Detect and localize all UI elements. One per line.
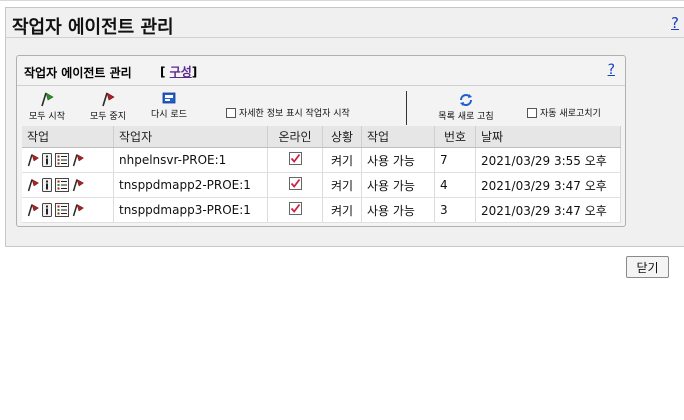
online-cell: [267, 197, 323, 223]
number-cell: 7: [434, 147, 476, 173]
number-cell: 3: [434, 197, 476, 223]
details-list-icon[interactable]: [55, 153, 69, 167]
job-cell: 사용 가능: [361, 197, 435, 223]
green-flag-icon: [41, 92, 54, 107]
online-check-icon: [288, 152, 302, 168]
config-bracket: [ 구성]: [160, 63, 197, 80]
table-header-row: 작업 작업자 온라인 상황 작업 번호 날짜: [22, 126, 621, 148]
col-header-online[interactable]: 온라인: [267, 126, 323, 148]
status-cell: 켜기: [322, 172, 362, 198]
info-icon[interactable]: [42, 153, 52, 167]
worker-cell: nhpelnsvr-PROE:1: [113, 147, 268, 173]
auto-refresh-label: 자동 새로고치기: [540, 109, 601, 119]
date-cell: 2021/03/29 3:47 오후: [475, 197, 621, 223]
page-help-link[interactable]: ?: [671, 14, 679, 32]
show-details-label: 자세한 정보 표시 작업자 시작: [239, 109, 350, 119]
start-all-label: 모두 시작: [29, 112, 65, 122]
col-header-job[interactable]: 작업: [361, 126, 435, 148]
refresh-list-label: 목록 새로 고침: [438, 112, 494, 122]
worker-cell: tnsppdmapp2-PROE:1: [113, 172, 268, 198]
show-details-checkbox[interactable]: 자세한 정보 표시 작업자 시작: [226, 106, 350, 119]
date-cell: 2021/03/29 3:47 오후: [475, 172, 621, 198]
start-worker-flag-icon[interactable]: [27, 178, 39, 192]
number-cell: 4: [434, 172, 476, 198]
reload-button[interactable]: 다시 로드: [143, 91, 195, 120]
worker-agent-panel: 작업자 에이전트 관리 [ 구성] ? 모두 시작 모두 중지 다시 로드 자세…: [16, 55, 626, 227]
row-actions: [22, 197, 114, 223]
start-all-button[interactable]: 모두 시작: [27, 91, 67, 122]
online-cell: [267, 172, 323, 198]
close-button[interactable]: 닫기: [626, 256, 669, 278]
details-list-icon[interactable]: [55, 203, 69, 217]
page-title: 작업자 에이전트 관리: [12, 17, 174, 38]
date-cell: 2021/03/29 3:55 오후: [475, 147, 621, 173]
refresh-arrows-icon: [460, 94, 472, 106]
table-row: tnsppdmapp2-PROE:1 켜기 사용 가능 4 2021/03/29 3:4…: [22, 172, 621, 198]
toolbar-separator: [406, 91, 407, 125]
col-header-worker[interactable]: 작업자: [113, 126, 268, 148]
table-row: tnsppdmapp3-PROE:1 켜기 사용 가능 3 2021/03/29 3:4…: [22, 197, 621, 223]
col-header-number[interactable]: 번호: [434, 126, 476, 148]
panel-header: 작업자 에이전트 관리 [ 구성] ?: [17, 56, 625, 86]
show-details-box[interactable]: [226, 107, 236, 118]
reload-icon: [162, 92, 176, 104]
col-header-date[interactable]: 날짜: [475, 126, 621, 148]
worker-table: 작업 작업자 온라인 상황 작업 번호 날짜 nhpelnsvr-PROE:1 켜…: [22, 126, 621, 223]
row-actions: [22, 172, 114, 198]
config-link[interactable]: 구성: [170, 65, 192, 79]
start-worker-flag-icon[interactable]: [27, 153, 39, 167]
online-check-icon: [288, 202, 302, 218]
top-divider: [0, 0, 684, 1]
stop-all-button[interactable]: 모두 중지: [85, 91, 131, 122]
col-header-status[interactable]: 상황: [322, 126, 362, 148]
details-list-icon[interactable]: [55, 178, 69, 192]
stop-worker-flag-icon[interactable]: [72, 153, 84, 167]
online-check-icon: [288, 177, 302, 193]
red-flag-icon: [102, 92, 115, 107]
stop-worker-flag-icon[interactable]: [72, 203, 84, 217]
info-icon[interactable]: [42, 203, 52, 217]
info-icon[interactable]: [42, 178, 52, 192]
auto-refresh-checkbox[interactable]: 자동 새로고치기: [527, 106, 601, 119]
online-cell: [267, 147, 323, 173]
auto-refresh-box[interactable]: [527, 107, 537, 118]
refresh-list-button[interactable]: 목록 새로 고침: [431, 93, 501, 122]
col-header-actions[interactable]: 작업: [22, 126, 114, 148]
config-bracket-close: ]: [191, 65, 198, 79]
status-cell: 켜기: [322, 197, 362, 223]
panel-title: 작업자 에이전트 관리: [24, 66, 132, 80]
row-actions: [22, 147, 114, 173]
config-bracket-open: [: [160, 65, 166, 79]
panel-help-link[interactable]: ?: [608, 62, 615, 78]
worker-cell: tnsppdmapp3-PROE:1: [113, 197, 268, 223]
reload-label: 다시 로드: [151, 110, 187, 120]
stop-all-label: 모두 중지: [90, 112, 126, 122]
job-cell: 사용 가능: [361, 172, 435, 198]
start-worker-flag-icon[interactable]: [27, 203, 39, 217]
stop-worker-flag-icon[interactable]: [72, 178, 84, 192]
status-cell: 켜기: [322, 147, 362, 173]
page-header: 작업자 에이전트 관리 ?: [6, 8, 684, 38]
job-cell: 사용 가능: [361, 147, 435, 173]
table-row: nhpelnsvr-PROE:1 켜기 사용 가능 7 2021/03/29 3:55 …: [22, 147, 621, 173]
